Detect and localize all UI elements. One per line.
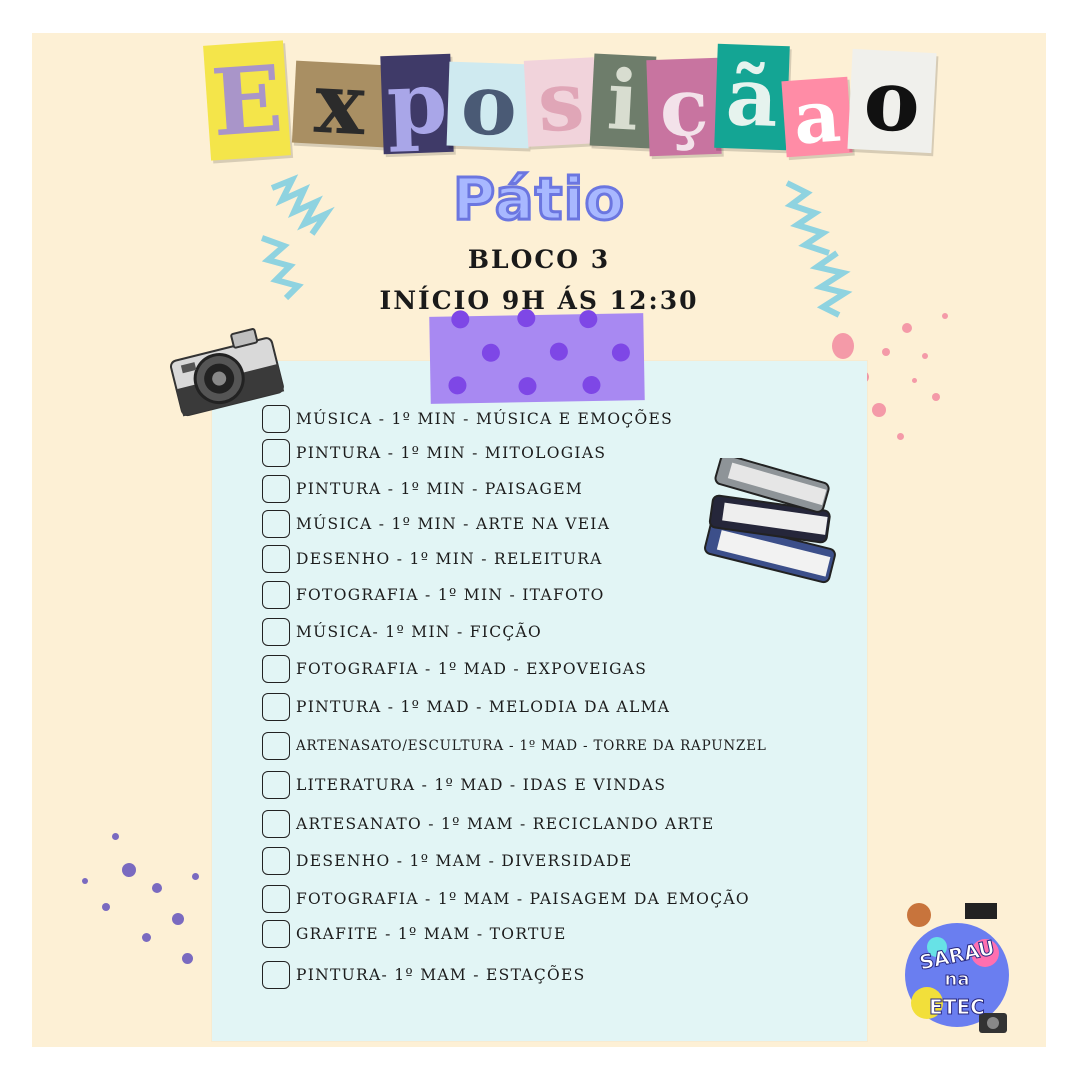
sarau-na-etec-logo: SARAU na ETEC bbox=[897, 903, 1017, 1038]
books-icon bbox=[704, 458, 836, 584]
checklist-item: FOTOGRAFIA - 1º MIN - ITAFOTO bbox=[262, 581, 605, 609]
checklist-item-label: ARTESANATO - 1º MAM - RECICLANDO ARTE bbox=[296, 815, 715, 833]
checklist-item-label: MÚSICA- 1º MIN - FICÇÃO bbox=[296, 623, 543, 641]
checkbox[interactable] bbox=[262, 581, 290, 609]
checkbox[interactable] bbox=[262, 510, 290, 538]
checklist-item-label: PINTURA - 1º MIN - PAISAGEM bbox=[296, 480, 583, 498]
checkbox[interactable] bbox=[262, 732, 290, 760]
checklist-item-label: GRAFITE - 1º MAM - TORTUE bbox=[296, 925, 567, 943]
poster: Exposiçãao Pátio BLOCO 3 INÍCIO 9H ÁS 12… bbox=[32, 33, 1046, 1047]
checkbox[interactable] bbox=[262, 847, 290, 875]
checkbox[interactable] bbox=[262, 618, 290, 646]
checklist-item-label: FOTOGRAFIA - 1º MAM - PAISAGEM DA EMOÇÃO bbox=[296, 890, 750, 908]
tape-decoration bbox=[429, 309, 645, 404]
checklist-item: ARTESANATO - 1º MAM - RECICLANDO ARTE bbox=[262, 810, 715, 838]
checklist-item: MÚSICA - 1º MIN - MÚSICA E EMOÇÕES bbox=[262, 405, 673, 433]
checklist-item: DESENHO - 1º MIN - RELEITURA bbox=[262, 545, 603, 573]
checklist-item: GRAFITE - 1º MAM - TORTUE bbox=[262, 920, 567, 948]
checklist-item-label: DESENHO - 1º MIN - RELEITURA bbox=[296, 550, 603, 568]
title-letter: ã bbox=[714, 43, 790, 151]
checkbox[interactable] bbox=[262, 961, 290, 989]
title-letter: x bbox=[291, 53, 389, 154]
checklist-item-label: FOTOGRAFIA - 1º MIN - ITAFOTO bbox=[296, 586, 605, 604]
checklist-item: FOTOGRAFIA - 1º MAM - PAISAGEM DA EMOÇÃO bbox=[262, 885, 750, 913]
checklist-item-label: LITERATURA - 1º MAD - IDAS E VINDAS bbox=[296, 776, 667, 794]
checklist-item-label: PINTURA - 1º MAD - MELODIA DA ALMA bbox=[296, 698, 671, 716]
title-letter: p bbox=[380, 52, 454, 155]
checklist-item: FOTOGRAFIA - 1º MAD - EXPOVEIGAS bbox=[262, 655, 647, 683]
checklist-item: PINTURA - 1º MAD - MELODIA DA ALMA bbox=[262, 693, 670, 721]
checklist-item: DESENHO - 1º MAM - DIVERSIDADE bbox=[262, 847, 633, 875]
checklist-item-label: PINTURA- 1º MAM - ESTAÇÕES bbox=[296, 966, 586, 984]
checklist-item-label: MÚSICA - 1º MIN - MÚSICA E EMOÇÕES bbox=[296, 410, 674, 428]
logo-na-text: na bbox=[944, 969, 970, 991]
checkbox[interactable] bbox=[262, 920, 290, 948]
subtitle-patio: Pátio bbox=[451, 164, 626, 235]
checklist-item: ARTENASATO/ESCULTURA - 1º MAD - TORRE DA… bbox=[262, 732, 767, 760]
checkbox[interactable] bbox=[262, 810, 290, 838]
checklist-item-label: PINTURA - 1º MIN - MITOLOGIAS bbox=[296, 444, 607, 462]
checkbox[interactable] bbox=[262, 439, 290, 467]
checkbox[interactable] bbox=[262, 693, 290, 721]
checklist-item: PINTURA - 1º MIN - PAISAGEM bbox=[262, 475, 583, 503]
checkbox[interactable] bbox=[262, 885, 290, 913]
checklist-item: MÚSICA - 1º MIN - ARTE NA VEIA bbox=[262, 510, 610, 538]
title-letter: s bbox=[523, 53, 599, 151]
block-label: BLOCO 3 bbox=[467, 245, 611, 274]
checklist-item-label: MÚSICA - 1º MIN - ARTE NA VEIA bbox=[296, 515, 611, 533]
checklist-item: LITERATURA - 1º MAD - IDAS E VINDAS bbox=[262, 771, 666, 799]
title-letter: E bbox=[203, 40, 291, 161]
checklist-item: PINTURA - 1º MIN - MITOLOGIAS bbox=[262, 439, 606, 467]
logo-etec-text: ETEC bbox=[929, 995, 986, 1020]
title-letter: ç bbox=[646, 57, 722, 157]
title-letter: a bbox=[781, 72, 853, 161]
title-letter: o bbox=[446, 54, 532, 155]
checklist-item-label: DESENHO - 1º MAM - DIVERSIDADE bbox=[296, 852, 633, 870]
checkbox[interactable] bbox=[262, 655, 290, 683]
checkbox[interactable] bbox=[262, 771, 290, 799]
checklist-item: PINTURA- 1º MAM - ESTAÇÕES bbox=[262, 961, 586, 989]
checklist-item: MÚSICA- 1º MIN - FICÇÃO bbox=[262, 618, 542, 646]
title-letter: o bbox=[847, 48, 937, 154]
checklist-item-label: FOTOGRAFIA - 1º MAD - EXPOVEIGAS bbox=[296, 660, 648, 678]
checklist-item-label: ARTENASATO/ESCULTURA - 1º MAD - TORRE DA… bbox=[296, 738, 767, 754]
checkbox[interactable] bbox=[262, 545, 290, 573]
checkbox[interactable] bbox=[262, 405, 290, 433]
checkbox[interactable] bbox=[262, 475, 290, 503]
